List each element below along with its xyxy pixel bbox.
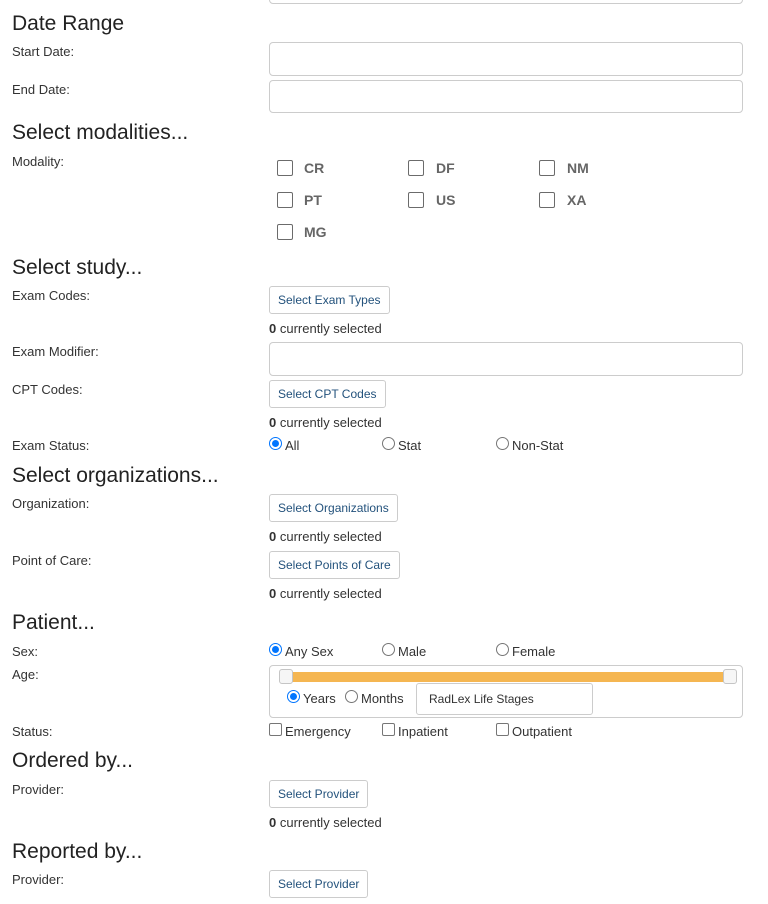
select-cpt-codes-button[interactable]: Select CPT Codes [269,380,386,408]
start-date-label: Start Date: [12,44,75,59]
organization-count: 0 currently selected [269,529,382,545]
exam-status-stat-radio[interactable] [382,437,395,450]
modality-pt-checkbox[interactable] [277,192,293,208]
study-heading: Select study... [12,256,143,279]
select-exam-types-button[interactable]: Select Exam Types [269,286,390,314]
sex-female-label: Female [512,644,556,659]
sex-female-radio[interactable] [496,643,509,656]
age-min-handle[interactable] [279,669,293,684]
modality-label: Modality: [12,154,65,169]
exam-status-label: Exam Status: [12,438,90,453]
sex-any-label: Any Sex [285,644,334,659]
select-points-of-care-button[interactable]: Select Points of Care [269,551,400,579]
reported-by-heading: Reported by... [12,840,143,863]
exam-modifier-label: Exam Modifier: [12,344,99,359]
modality-xa-checkbox[interactable] [539,192,555,208]
age-slider-range [286,672,730,682]
sex-label: Sex: [12,644,39,659]
modality-nm-label: NM [567,160,589,176]
organization-label: Organization: [12,496,90,511]
exam-codes-count: 0 currently selected [269,321,382,337]
point-of-care-count: 0 currently selected [269,586,382,602]
outpatient-checkbox[interactable] [496,723,509,736]
end-date-label: End Date: [12,82,70,97]
modality-cr-checkbox[interactable] [277,160,293,176]
age-range-panel: Years Months RadLex Life Stages [269,665,743,718]
exam-codes-count-suffix: currently selected [276,321,382,336]
modality-mg-checkbox[interactable] [277,224,293,240]
ordered-select-provider-button[interactable]: Select Provider [269,780,369,808]
inpatient-label: Inpatient [398,724,448,739]
modality-pt-label: PT [304,192,322,208]
modality-us-checkbox[interactable] [408,192,424,208]
outpatient-label: Outpatient [512,724,572,739]
age-max-handle[interactable] [723,669,737,684]
point-of-care-count-suffix: currently selected [276,586,382,601]
organizations-heading: Select organizations... [12,464,219,487]
modality-xa-label: XA [567,192,587,208]
emergency-checkbox[interactable] [269,723,282,736]
modality-mg-label: MG [304,224,327,240]
ordered-provider-label: Provider: [12,782,65,797]
reported-provider-label: Provider: [12,872,65,887]
radlex-life-stages-button[interactable]: RadLex Life Stages [416,683,593,715]
ordered-provider-count: 0 currently selected [269,815,382,831]
sex-male-label: Male [398,644,427,659]
organization-count-suffix: currently selected [276,529,382,544]
age-months-label: Months [361,691,404,706]
exam-status-stat-label: Stat [398,438,422,453]
end-date-input[interactable] [269,80,743,113]
start-date-input[interactable] [269,42,743,76]
cpt-codes-count: 0 currently selected [269,415,382,431]
age-years-label: Years [303,691,336,706]
sex-male-radio[interactable] [382,643,395,656]
inpatient-checkbox[interactable] [382,723,395,736]
patient-heading: Patient... [12,611,95,634]
select-organizations-button[interactable]: Select Organizations [269,494,398,522]
reported-select-provider-button[interactable]: Select Provider [269,870,369,898]
ordered-by-heading: Ordered by... [12,749,133,772]
emergency-label: Emergency [285,724,351,739]
exam-modifier-input[interactable] [269,342,743,376]
age-years-radio[interactable] [287,690,300,703]
age-months-radio[interactable] [345,690,358,703]
exam-codes-label: Exam Codes: [12,288,91,303]
age-label: Age: [12,667,39,682]
point-of-care-label: Point of Care: [12,553,92,568]
modality-us-label: US [436,192,456,208]
exam-status-nonstat-radio[interactable] [496,437,509,450]
exam-status-all-radio[interactable] [269,437,282,450]
sex-any-radio[interactable] [269,643,282,656]
exam-status-nonstat-label: Non-Stat [512,438,564,453]
patient-status-label: Status: [12,724,53,739]
ordered-provider-count-suffix: currently selected [276,815,382,830]
date-range-heading: Date Range [12,12,125,35]
modality-cr-label: CR [304,160,325,176]
modality-df-label: DF [436,160,455,176]
modality-df-checkbox[interactable] [408,160,424,176]
modalities-heading: Select modalities... [12,121,189,144]
exam-status-all-label: All [285,438,300,453]
cpt-codes-count-suffix: currently selected [276,415,382,430]
cpt-codes-label: CPT Codes: [12,382,83,397]
previous-field-input[interactable] [269,0,743,4]
modality-nm-checkbox[interactable] [539,160,555,176]
